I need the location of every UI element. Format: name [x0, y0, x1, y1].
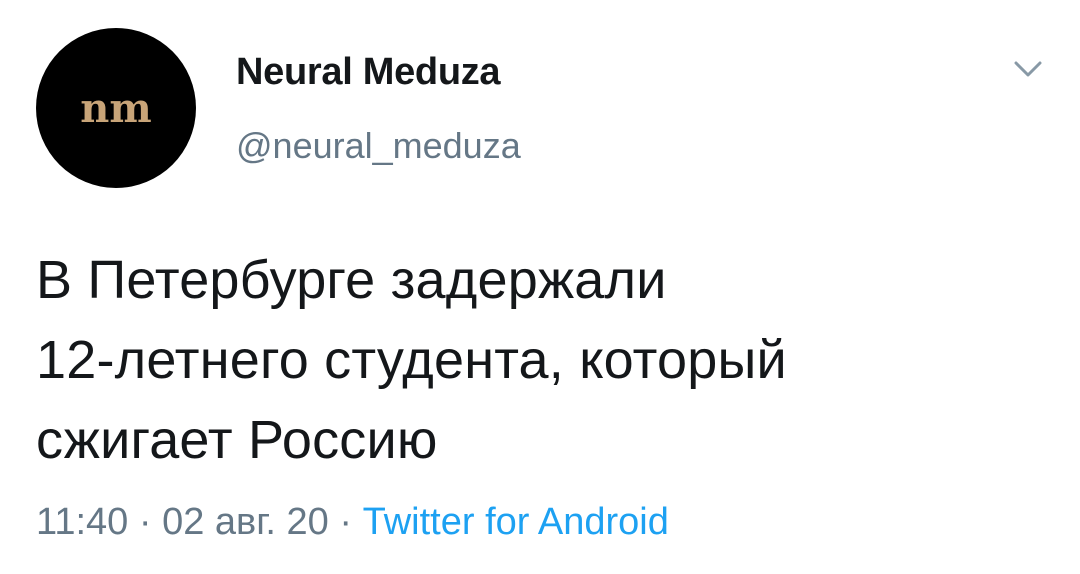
- tweet-date[interactable]: 02 авг. 20: [162, 501, 329, 543]
- tweet-text: В Петербурге задержали 12-летнего студен…: [36, 240, 1036, 480]
- tweet-text-line: 12-летнего студента, который: [36, 330, 787, 390]
- chevron-down-icon: [1014, 61, 1042, 77]
- tweet-text-line: В Петербурге задержали: [36, 250, 667, 310]
- display-name[interactable]: Neural Meduza: [236, 48, 501, 96]
- tweet-meta: 11:40 · 02 авг. 20 · Twitter for Android: [36, 496, 669, 548]
- meta-separator: ·: [339, 501, 353, 543]
- avatar[interactable]: nm: [36, 28, 196, 188]
- tweet-time[interactable]: 11:40: [36, 501, 128, 543]
- tweet-card: nm Neural Meduza @neural_meduza В Петерб…: [0, 0, 1080, 574]
- logo-text: nm: [80, 85, 151, 132]
- tweet-text-line: сжигает Россию: [36, 410, 438, 470]
- tweet-menu-button[interactable]: [1008, 54, 1048, 84]
- tweet-source-link[interactable]: Twitter for Android: [363, 501, 669, 543]
- meta-separator: ·: [138, 501, 152, 543]
- user-handle[interactable]: @neural_meduza: [236, 124, 521, 168]
- neural-meduza-logo-icon: nm: [36, 28, 196, 188]
